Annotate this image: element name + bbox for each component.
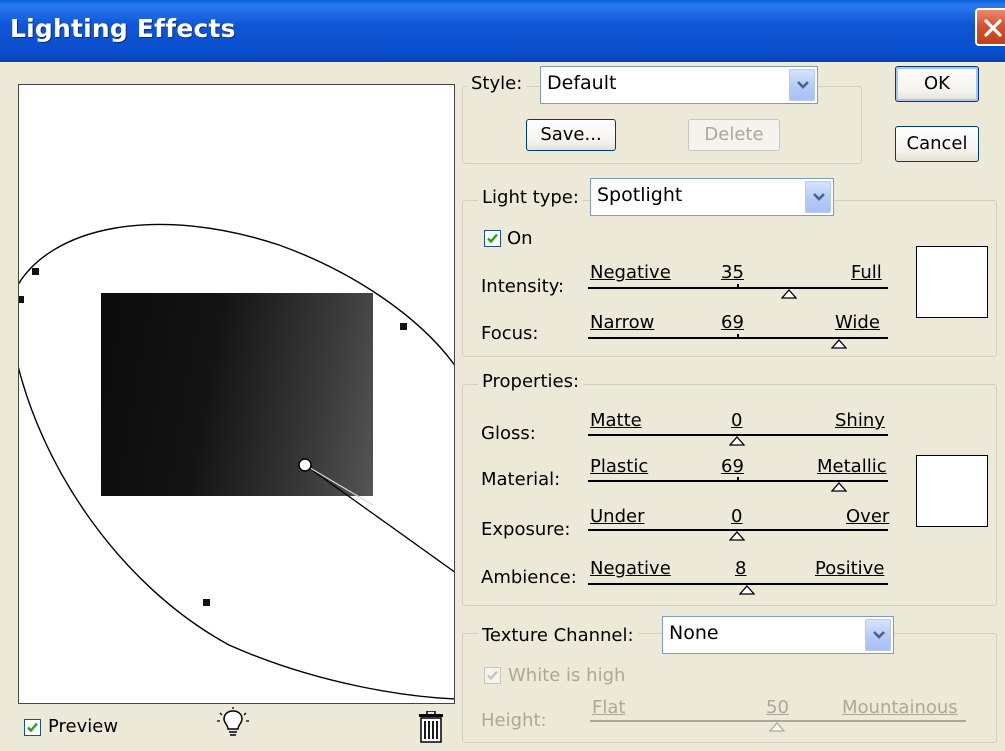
- gloss-min-label: Matte: [590, 410, 642, 431]
- light-center-handle[interactable]: [298, 458, 312, 472]
- checkmark-icon: [487, 233, 498, 244]
- texture-channel-select[interactable]: None: [662, 616, 894, 654]
- exposure-label: Exposure:: [481, 519, 571, 540]
- texture-channel-value: None: [669, 622, 719, 644]
- title-bar[interactable]: Lighting Effects: [0, 0, 1005, 62]
- ellipse-handle[interactable]: [19, 296, 24, 303]
- style-value: Default: [547, 72, 617, 94]
- white-is-high-label: White is high: [508, 665, 626, 686]
- light-on-checkbox[interactable]: [484, 230, 501, 247]
- intensity-tick: [737, 284, 739, 287]
- preview-canvas[interactable]: [18, 84, 455, 704]
- ok-button[interactable]: OK: [895, 66, 979, 102]
- delete-button[interactable]: Delete: [688, 119, 780, 151]
- gloss-value: 0: [731, 410, 743, 431]
- ellipse-handle[interactable]: [400, 323, 407, 330]
- material-color-swatch[interactable]: [916, 455, 988, 527]
- material-min-label: Plastic: [590, 456, 649, 477]
- intensity-value: 35: [721, 262, 744, 283]
- intensity-max-label: Full: [851, 262, 882, 283]
- gloss-max-label: Shiny: [835, 410, 885, 431]
- height-max-label: Mountainous: [842, 697, 958, 718]
- intensity-label: Intensity:: [481, 276, 565, 297]
- ellipse-handle[interactable]: [32, 268, 39, 275]
- intensity-min-label: Negative: [590, 262, 671, 283]
- ambience-track[interactable]: [588, 583, 888, 585]
- exposure-value: 0: [731, 506, 743, 527]
- focus-thumb[interactable]: [831, 339, 847, 349]
- gloss-thumb[interactable]: [729, 436, 745, 446]
- style-select[interactable]: Default: [540, 66, 818, 104]
- style-dropdown-arrow[interactable]: [789, 69, 815, 101]
- material-label: Material:: [481, 469, 561, 490]
- ellipse-handle[interactable]: [203, 599, 210, 606]
- lighting-effects-dialog: Lighting Effects Preview Style: Default …: [0, 0, 1005, 751]
- spotlight-ellipse[interactable]: [19, 85, 455, 704]
- focus-tick: [737, 334, 739, 337]
- light-color-swatch[interactable]: [916, 246, 988, 318]
- focus-value: 69: [721, 312, 744, 333]
- light-type-dropdown-arrow[interactable]: [805, 181, 831, 213]
- close-button[interactable]: [975, 8, 1005, 46]
- focus-label: Focus:: [481, 323, 539, 344]
- light-on-label: On: [507, 228, 533, 249]
- trash-icon[interactable]: [418, 711, 444, 743]
- texture-dropdown-arrow[interactable]: [865, 619, 891, 651]
- material-max-label: Metallic: [817, 456, 887, 477]
- style-label: Style:: [467, 73, 527, 94]
- material-thumb[interactable]: [831, 482, 847, 492]
- cancel-button[interactable]: Cancel: [895, 126, 979, 162]
- ambience-min-label: Negative: [590, 558, 671, 579]
- light-type-select[interactable]: Spotlight: [590, 178, 834, 216]
- exposure-min-label: Under: [590, 506, 645, 527]
- ambience-label: Ambience:: [481, 567, 577, 588]
- window-title: Lighting Effects: [10, 14, 236, 43]
- ambience-value: 8: [735, 558, 747, 579]
- ambience-max-label: Positive: [815, 558, 885, 579]
- focus-min-label: Narrow: [590, 312, 655, 333]
- chevron-down-icon: [797, 81, 809, 89]
- focus-max-label: Wide: [835, 312, 880, 333]
- lightbulb-icon[interactable]: [217, 707, 249, 741]
- checkmark-icon: [487, 670, 498, 681]
- light-type-label: Light type:: [478, 187, 583, 208]
- preview-label: Preview: [48, 716, 119, 737]
- ambience-thumb[interactable]: [739, 585, 755, 595]
- preview-checkbox[interactable]: [24, 719, 41, 736]
- close-icon: [984, 19, 1002, 37]
- material-tick: [737, 477, 739, 480]
- exposure-thumb[interactable]: [729, 531, 745, 541]
- texture-channel-label: Texture Channel:: [478, 625, 638, 646]
- exposure-max-label: Over: [846, 506, 890, 527]
- material-value: 69: [721, 456, 744, 477]
- white-is-high-checkbox[interactable]: [484, 667, 501, 684]
- checkmark-icon: [27, 722, 38, 733]
- intensity-track[interactable]: [588, 287, 888, 289]
- height-thumb[interactable]: [769, 722, 785, 732]
- save-button[interactable]: Save...: [526, 119, 616, 151]
- chevron-down-icon: [813, 193, 825, 201]
- properties-title: Properties:: [478, 371, 584, 392]
- height-value: 50: [766, 697, 789, 718]
- height-label: Height:: [481, 710, 547, 731]
- chevron-down-icon: [873, 631, 885, 639]
- height-min-label: Flat: [592, 697, 626, 718]
- gloss-label: Gloss:: [481, 423, 536, 444]
- intensity-thumb[interactable]: [781, 289, 797, 299]
- light-type-value: Spotlight: [597, 184, 683, 206]
